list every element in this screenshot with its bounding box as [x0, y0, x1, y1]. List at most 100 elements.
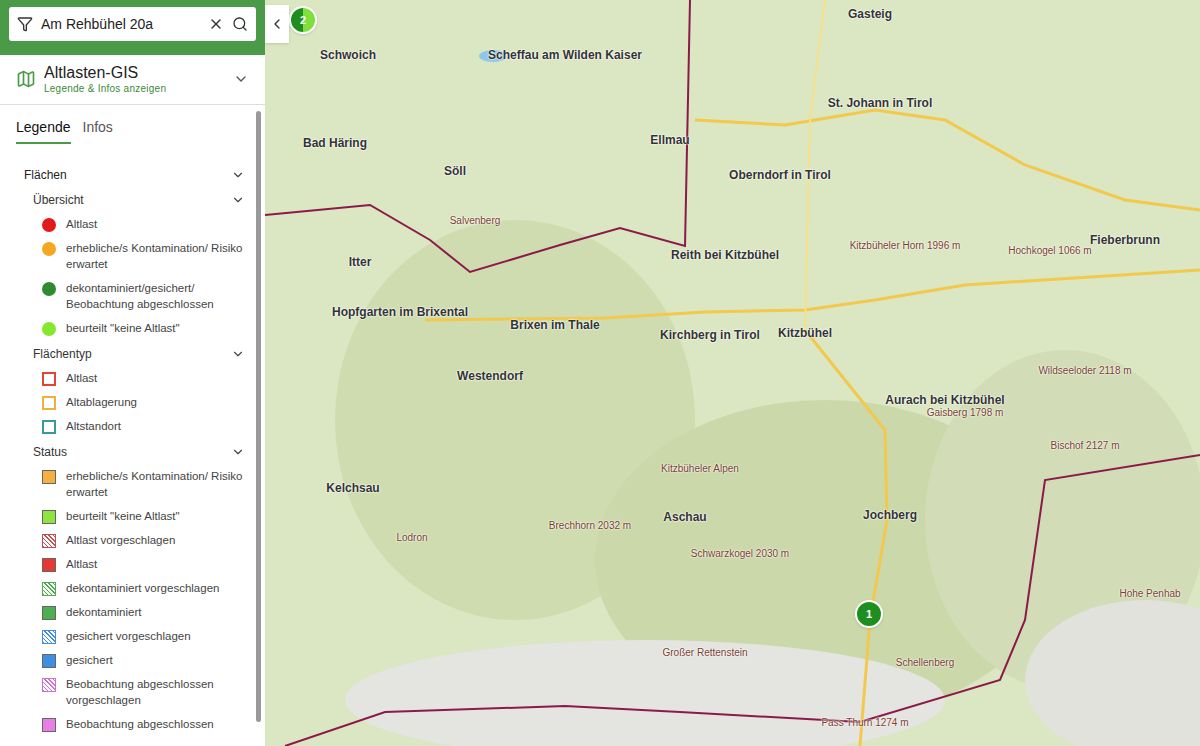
chevron-icon[interactable] [231, 445, 245, 459]
legend-item: Altlast [0, 366, 253, 390]
map-label: Jochberg [863, 506, 917, 524]
legend-dot [42, 242, 56, 256]
app-header[interactable]: Altlasten-GISLegende & Infos anzeigen [0, 55, 265, 105]
legend-label: dekontaminiert [66, 604, 141, 620]
map-label: Großer Rettenstein [662, 645, 747, 660]
group-header[interactable]: Übersicht [0, 188, 253, 212]
map-label: Salvenberg [450, 213, 501, 228]
legend-label: Beobachtung abgeschlossen vorgeschlagen [66, 676, 245, 708]
map-label: Ellmau [650, 131, 689, 149]
map-label: Lodron [396, 530, 427, 545]
legend-label: Altstandort [66, 418, 121, 434]
legend-group: FlächentypAltlast Altablagerung Altstandor… [0, 342, 253, 438]
legend-dot [42, 282, 56, 296]
legend-outline-square [42, 420, 56, 434]
legend-filled-square [42, 654, 56, 668]
map-label: Schellenberg [896, 655, 954, 670]
legend-item: Beobachtung abgeschlossen vorgeschlagen [0, 672, 253, 712]
group-header[interactable]: Flächentyp [0, 342, 253, 366]
app: Am Rehbühel 20a Altlasten-GISLegende & In… [0, 0, 1200, 746]
legend-label: dekontaminiert/gesichert/ Beobachtung ab… [66, 280, 245, 312]
search-field[interactable]: Am Rehbühel 20a [9, 7, 256, 41]
map[interactable]: Schwoich Bad Häring Söll Scheffau am Wilden… [265, 0, 1200, 746]
map-label: Wildseeloder 2118 m [1038, 363, 1131, 378]
legend-filled-square [42, 470, 56, 484]
legend-item: erhebliche/s Kontamination/ Risiko erwar… [0, 464, 253, 504]
scrollbar[interactable] [256, 111, 261, 723]
map-label: Bischof 2127 m [1051, 438, 1120, 453]
legend-label: Beobachtung abgeschlossen [66, 716, 214, 732]
legend-item: Altstandort [0, 414, 253, 438]
legend-label: dekontaminiert vorgeschlagen [66, 580, 219, 596]
legend-filled-square [42, 606, 56, 620]
map-label: Schwarzkogel 2030 m [691, 546, 789, 561]
chevron-icon[interactable] [231, 193, 245, 207]
legend-filled-square [42, 718, 56, 732]
tree-root[interactable]: Flächen [0, 164, 253, 186]
legend-dot [42, 218, 56, 232]
legend-label: Altlast [66, 216, 97, 232]
map-label: Kitzbüheler Alpen [661, 461, 739, 476]
tab[interactable]: Legende [16, 117, 71, 144]
legend-item: dekontaminiert/gesichert/ Beobachtung ab… [0, 276, 253, 316]
legend-hatched-square [42, 534, 56, 548]
tab[interactable]: Infos [83, 117, 113, 144]
cluster-marker[interactable]: 1 [855, 600, 883, 628]
sidebar: Am Rehbühel 20a Altlasten-GISLegende & In… [0, 0, 265, 746]
map-label: Söll [444, 162, 466, 180]
tabs: Legende Infos [0, 105, 253, 152]
map-label: Bad Häring [303, 134, 367, 152]
app-title: Altlasten-GIS [44, 63, 225, 83]
legend-item: beurteilt "keine Altlast" [0, 316, 253, 340]
legend-item: erhebliche/s Kontamination/ Risiko erwar… [0, 236, 253, 276]
map-label: Aurach bei Kitzbühel [885, 391, 1004, 409]
map-label: Scheffau am Wilden Kaiser [488, 46, 642, 64]
legend-group: Übersicht Altlast erhebliche/s Kontaminati… [0, 188, 253, 340]
map-label: St. Johann in Tirol [828, 94, 932, 112]
chevron-icon[interactable] [231, 168, 245, 182]
map-icon [16, 69, 36, 89]
map-label: Kitzbühel [778, 324, 832, 342]
legend-item: Altlast [0, 212, 253, 236]
cluster-marker[interactable]: 2 [289, 6, 317, 34]
search-icon[interactable] [232, 16, 248, 32]
map-label: Gasteig [848, 5, 892, 23]
legend-item: Altablagerung [0, 390, 253, 414]
map-label: Pass Thurn 1274 m [821, 715, 908, 730]
collapse-button[interactable] [265, 5, 289, 43]
legend-item: Altlast [0, 552, 253, 576]
group-header[interactable]: Status [0, 440, 253, 464]
legend-label: beurteilt "keine Altlast" [66, 320, 180, 336]
legend-item: beurteilt "keine Altlast" [0, 504, 253, 528]
map-label: Schwoich [320, 46, 376, 64]
map-label: Itter [349, 253, 372, 271]
header-chevron-icon[interactable] [233, 71, 249, 87]
chevron-left-icon[interactable] [269, 16, 285, 32]
legend-label: erhebliche/s Kontamination/ Risiko erwar… [66, 468, 245, 500]
legend-filled-square [42, 510, 56, 524]
legend-hatched-square [42, 630, 56, 644]
filter-icon[interactable] [17, 16, 33, 32]
map-label: Hohe Penhab [1119, 586, 1180, 601]
legend-filled-square [42, 558, 56, 572]
legend-label: beurteilt "keine Altlast" [66, 508, 180, 524]
legend-label: Altablagerung [66, 394, 137, 410]
legend-dot [42, 322, 56, 336]
map-label: Aschau [663, 508, 706, 526]
legend-item: gesichert vorgeschlagen [0, 624, 253, 648]
legend-item: dekontaminiert vorgeschlagen [0, 576, 253, 600]
legend-label: Altlast [66, 556, 97, 572]
search-value[interactable]: Am Rehbühel 20a [41, 14, 200, 35]
map-label: Reith bei Kitzbühel [671, 246, 779, 264]
chevron-icon[interactable] [231, 347, 245, 361]
app-subtitle: Legende & Infos anzeigen [44, 83, 225, 96]
legend-item: gesichert [0, 648, 253, 672]
legend-item: dekontaminiert [0, 600, 253, 624]
map-label: Fieberbrunn [1090, 231, 1160, 249]
clear-icon[interactable] [208, 16, 224, 32]
map-label: Gaisberg 1798 m [927, 405, 1004, 420]
map-label: Kelchsau [326, 479, 379, 497]
legend-outline-square [42, 396, 56, 410]
map-label: Kitzbüheler Horn 1996 m [850, 238, 961, 253]
legend-hatched-square [42, 582, 56, 596]
